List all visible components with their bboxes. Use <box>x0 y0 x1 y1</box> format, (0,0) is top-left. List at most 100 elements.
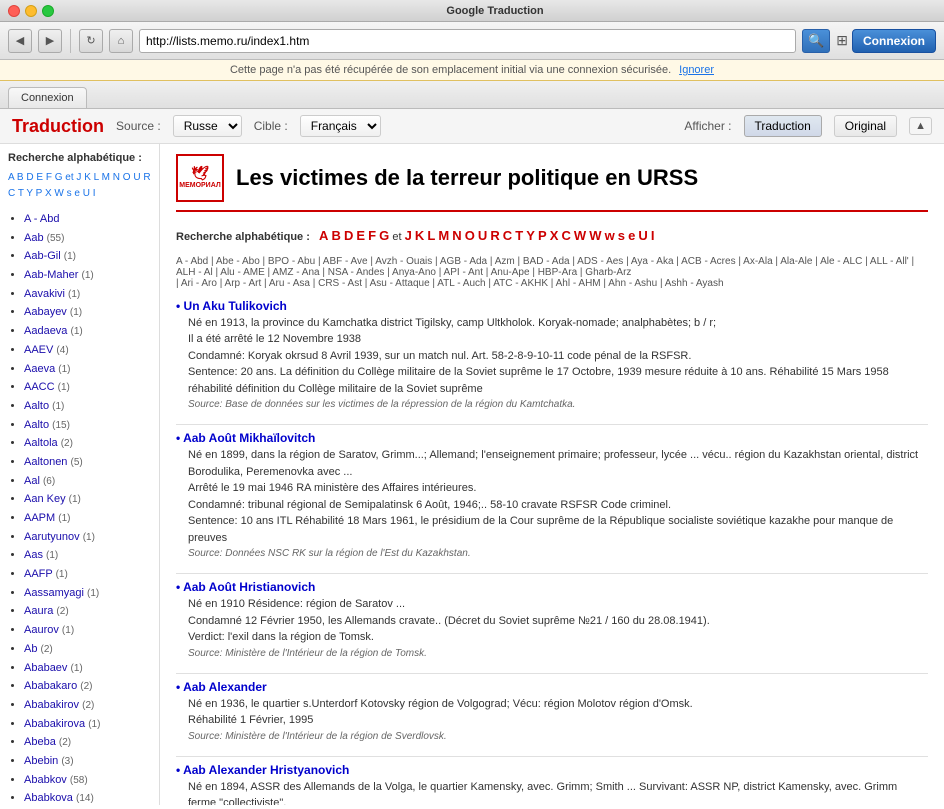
alpha-B[interactable]: B <box>17 172 24 183</box>
alpha-link-X[interactable]: X <box>550 228 559 243</box>
alpha-link-Y[interactable]: Y <box>526 228 535 243</box>
sidebar-item[interactable]: AACC (1) <box>24 378 151 397</box>
sidebar-item[interactable]: Ababakirova (1) <box>24 715 151 734</box>
maximize-button[interactable] <box>42 5 54 17</box>
sidebar-item[interactable]: Abeba (2) <box>24 733 151 752</box>
alpha-U[interactable]: U <box>133 172 140 183</box>
alpha-s[interactable]: s e <box>67 188 80 199</box>
alpha-link-W[interactable]: W <box>574 228 586 243</box>
sidebar-item[interactable]: AAFP (1) <box>24 565 151 584</box>
alpha-D[interactable]: D <box>26 172 33 183</box>
alpha-X[interactable]: X <box>45 188 52 199</box>
alpha-link-W2[interactable]: W <box>589 228 601 243</box>
back-button[interactable]: ◀ <box>8 29 32 53</box>
alpha-link-s[interactable]: s <box>618 228 625 243</box>
apps-button[interactable]: ⊞ <box>836 32 848 49</box>
alpha-K[interactable]: K <box>84 172 91 183</box>
alpha-link-N[interactable]: N <box>452 228 461 243</box>
alpha-link-O[interactable]: O <box>465 228 475 243</box>
alpha-link-T[interactable]: T <box>515 228 523 243</box>
sidebar-item[interactable]: Aalto (1) <box>24 397 151 416</box>
alpha-link-M[interactable]: M <box>438 228 449 243</box>
minimize-button[interactable] <box>25 5 37 17</box>
sidebar-item[interactable]: Aabayev (1) <box>24 303 151 322</box>
forward-button[interactable]: ▶ <box>38 29 62 53</box>
translation-btn[interactable]: Traduction <box>744 115 822 137</box>
collapse-btn[interactable]: ▲ <box>909 117 932 135</box>
target-select[interactable]: Français <box>300 115 381 137</box>
person-name[interactable]: • Aab Alexander Hristyanovich <box>176 763 928 777</box>
person-name[interactable]: • Aab Alexander <box>176 680 928 694</box>
sidebar-item[interactable]: Aal (6) <box>24 472 151 491</box>
sidebar-item[interactable]: Ababakirov (2) <box>24 696 151 715</box>
alpha-link-G[interactable]: G <box>379 228 389 243</box>
alpha-link-P[interactable]: P <box>538 228 547 243</box>
sidebar-item[interactable]: Aaurov (1) <box>24 621 151 640</box>
sidebar-item[interactable]: Aalto (15) <box>24 416 151 435</box>
alpha-link-F[interactable]: F <box>368 228 376 243</box>
alpha-F[interactable]: F <box>46 172 52 183</box>
alpha-T[interactable]: T <box>18 188 24 199</box>
original-btn[interactable]: Original <box>834 115 897 137</box>
sidebar-item[interactable]: Aas (1) <box>24 546 151 565</box>
person-name[interactable]: • Aab Août Hristianovich <box>176 580 928 594</box>
alpha-R[interactable]: R <box>143 172 150 183</box>
alpha-A[interactable]: A <box>8 172 14 183</box>
sidebar-item[interactable]: Aab-Maher (1) <box>24 266 151 285</box>
sidebar-item[interactable]: Aab (55) <box>24 229 151 248</box>
alpha-J[interactable]: et J <box>65 172 81 183</box>
sidebar-item[interactable]: Ababkova (14) <box>24 789 151 805</box>
sidebar-item[interactable]: Aadaeva (1) <box>24 322 151 341</box>
sidebar-item[interactable]: Aan Key (1) <box>24 490 151 509</box>
alpha-G[interactable]: G <box>55 172 63 183</box>
alpha-link-L[interactable]: L <box>427 228 435 243</box>
go-button[interactable]: 🔍 <box>802 29 830 53</box>
sidebar-item[interactable]: AAEV (4) <box>24 341 151 360</box>
alpha-link-U[interactable]: U <box>478 228 487 243</box>
tab-connexion[interactable]: Connexion <box>8 87 87 108</box>
sidebar-item[interactable]: Aavakivi (1) <box>24 285 151 304</box>
sidebar-item[interactable]: Aaltola (2) <box>24 434 151 453</box>
alpha-C[interactable]: C <box>8 188 15 199</box>
alpha-M[interactable]: M <box>102 172 110 183</box>
alpha-W[interactable]: W <box>54 188 63 199</box>
alpha-link-I[interactable]: I <box>651 228 655 243</box>
sidebar-item[interactable]: AAPM (1) <box>24 509 151 528</box>
alpha-link-C2[interactable]: C <box>561 228 570 243</box>
alpha-Y[interactable]: Y <box>26 188 33 199</box>
alpha-link-E[interactable]: E <box>356 228 365 243</box>
sidebar-item[interactable]: Ababkov (58) <box>24 771 151 790</box>
sidebar-item[interactable]: Aaura (2) <box>24 602 151 621</box>
alpha-O[interactable]: O <box>123 172 131 183</box>
person-name[interactable]: • Un Aku Tulikovich <box>176 299 928 313</box>
home-button[interactable]: ⌂ <box>109 29 133 53</box>
alpha-link-K[interactable]: K <box>415 228 424 243</box>
alpha-link-C[interactable]: C <box>503 228 512 243</box>
sidebar-item[interactable]: Ab (2) <box>24 640 151 659</box>
alpha-link-e[interactable]: e <box>628 228 635 243</box>
person-name[interactable]: • Aab Août Mikhaïlovitch <box>176 431 928 445</box>
alpha-P[interactable]: P <box>36 188 43 199</box>
ignore-link[interactable]: Ignorer <box>679 64 714 76</box>
sidebar-item[interactable]: Abebin (3) <box>24 752 151 771</box>
alpha-link-R[interactable]: R <box>490 228 499 243</box>
alpha-link-B[interactable]: B <box>332 228 341 243</box>
sidebar-item[interactable]: Ababakaro (2) <box>24 677 151 696</box>
alpha-link-J[interactable]: J <box>405 228 412 243</box>
close-button[interactable] <box>8 5 20 17</box>
alpha-L[interactable]: L <box>94 172 99 183</box>
alpha-link-D[interactable]: D <box>344 228 353 243</box>
alpha-link-UI[interactable]: U <box>638 228 647 243</box>
source-select[interactable]: Russe <box>173 115 242 137</box>
alpha-UI[interactable]: U I <box>83 188 96 199</box>
alpha-E[interactable]: E <box>36 172 43 183</box>
alpha-link-w[interactable]: w <box>605 228 615 243</box>
sidebar-item[interactable]: Aab-Gil (1) <box>24 247 151 266</box>
sidebar-item[interactable]: Ababaev (1) <box>24 659 151 678</box>
connexion-button[interactable]: Connexion <box>852 29 936 53</box>
sidebar-letters[interactable]: A B D E F G et J K L M N O U R C T Y P X… <box>8 170 151 202</box>
alpha-link-A[interactable]: A <box>319 228 328 243</box>
sidebar-item[interactable]: Aarutyunov (1) <box>24 528 151 547</box>
alpha-N[interactable]: N <box>113 172 120 183</box>
refresh-button[interactable]: ↻ <box>79 29 103 53</box>
